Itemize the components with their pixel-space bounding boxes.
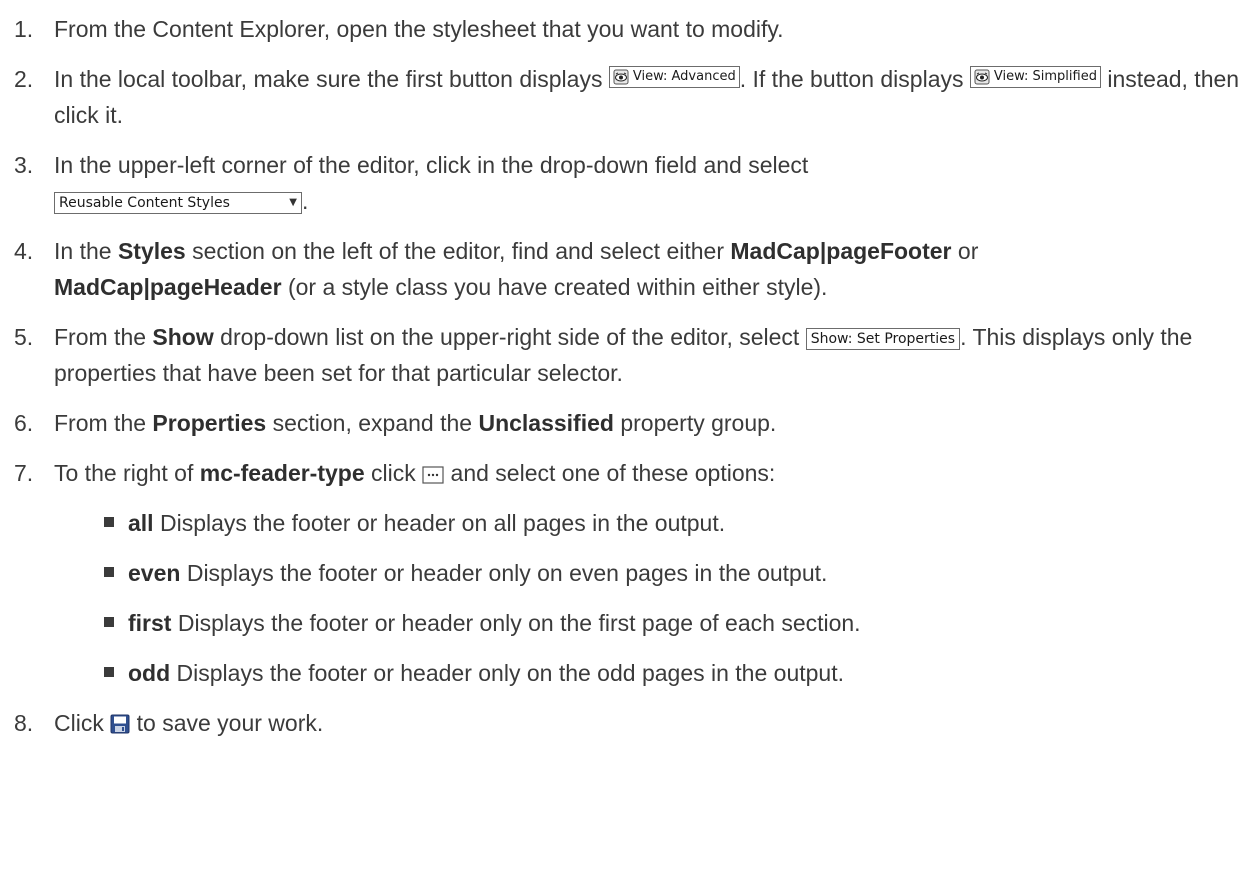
ellipsis-button-icon[interactable] [422,466,444,484]
view-simplified-button[interactable]: View: Simplified [969,66,1101,88]
step-text: To the right of mc-feader-type click and… [54,455,1244,691]
step-number: 7. [14,460,34,486]
bullet [104,517,114,527]
step-text: In the upper-left corner of the editor, … [54,152,809,214]
step-7: 7. To the right of mc-feader-type click … [14,455,1244,691]
eye-icon [613,69,629,85]
step-number: 5. [14,324,34,350]
bullet [104,617,114,627]
step-number: 1. [14,16,34,42]
show-set-properties-dropdown[interactable]: Show: Set Properties [805,328,961,350]
option-even: even Displays the footer or header only … [54,555,1244,591]
step-6: 6. From the Properties section, expand t… [14,405,1244,441]
floppy-save-icon[interactable] [110,714,130,734]
step-number: 2. [14,66,34,92]
stylesheet-view-dropdown[interactable]: Reusable Content Styles ▼ [54,192,302,214]
option-all: all Displays the footer or header on all… [54,505,1244,541]
step-text: In the local toolbar, make sure the firs… [54,66,1240,128]
step-3: 3. In the upper-left corner of the edito… [14,147,1244,219]
step-1: 1. From the Content Explorer, open the s… [14,11,1244,47]
step-number: 3. [14,152,34,178]
option-first: first Displays the footer or header only… [54,605,1244,641]
step-8: 8. Click to save your work. [14,705,1244,741]
view-advanced-button[interactable]: View: Advanced [608,66,740,88]
step-text: In the Styles section on the left of the… [54,238,979,300]
bullet [104,667,114,677]
step-text: From the Show drop-down list on the uppe… [54,324,1193,386]
procedure-steps: 1. From the Content Explorer, open the s… [14,11,1244,755]
dropdown-arrow-icon: ▼ [289,197,297,208]
step-number: 4. [14,238,34,264]
step-2: 2. In the local toolbar, make sure the f… [14,61,1244,133]
eye-icon [974,69,990,85]
option-odd: odd Displays the footer or header only o… [54,655,1244,691]
step-text: From the Content Explorer, open the styl… [54,16,784,42]
step-5: 5. From the Show drop-down list on the u… [14,319,1244,391]
option-list: all Displays the footer or header on all… [54,505,1244,691]
bullet [104,567,114,577]
step-text: Click to save your work. [54,710,324,736]
step-4: 4. In the Styles section on the left of … [14,233,1244,305]
step-number: 8. [14,710,34,736]
step-number: 6. [14,410,34,436]
step-text: From the Properties section, expand the … [54,410,777,436]
